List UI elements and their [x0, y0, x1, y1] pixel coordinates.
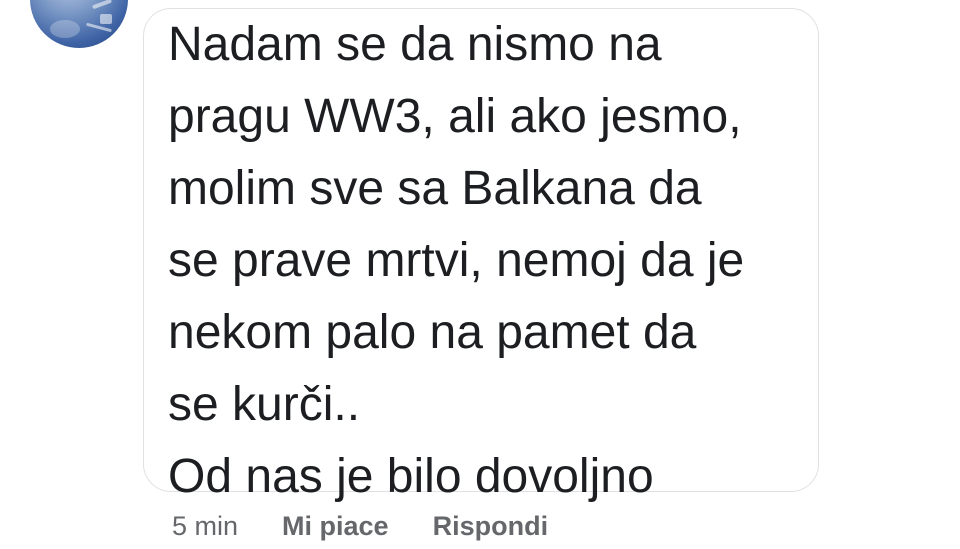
avatar[interactable] [30, 0, 128, 48]
comment-line: se prave mrtvi, nemoj da je [168, 234, 745, 287]
avatar-image-detail [100, 14, 112, 24]
comment-text: Nadam se da nismo na pragu WW3, ali ako … [168, 9, 818, 513]
comment-line: nekom palo na pamet da [168, 306, 697, 359]
comment-screen: Nadam se da nismo na pragu WW3, ali ako … [0, 0, 960, 549]
avatar-image-detail [91, 0, 113, 10]
avatar-image-detail [86, 22, 112, 33]
reply-button[interactable]: Rispondi [433, 511, 549, 542]
comment-line: se kurči.. [168, 378, 361, 431]
comment-timestamp: 5 min [172, 510, 239, 541]
avatar-image-detail [50, 20, 80, 38]
comment-line: Nadam se da nismo na [168, 18, 662, 71]
comment-line: pragu WW3, ali ako jesmo, [168, 90, 742, 143]
comment-line: molim sve sa Balkana da [168, 162, 702, 215]
comment-actions: 5 min Mi piace Rispondi [172, 506, 548, 546]
comment-line: Od nas je bilo dovoljno [168, 450, 654, 503]
like-button[interactable]: Mi piace [282, 511, 389, 542]
